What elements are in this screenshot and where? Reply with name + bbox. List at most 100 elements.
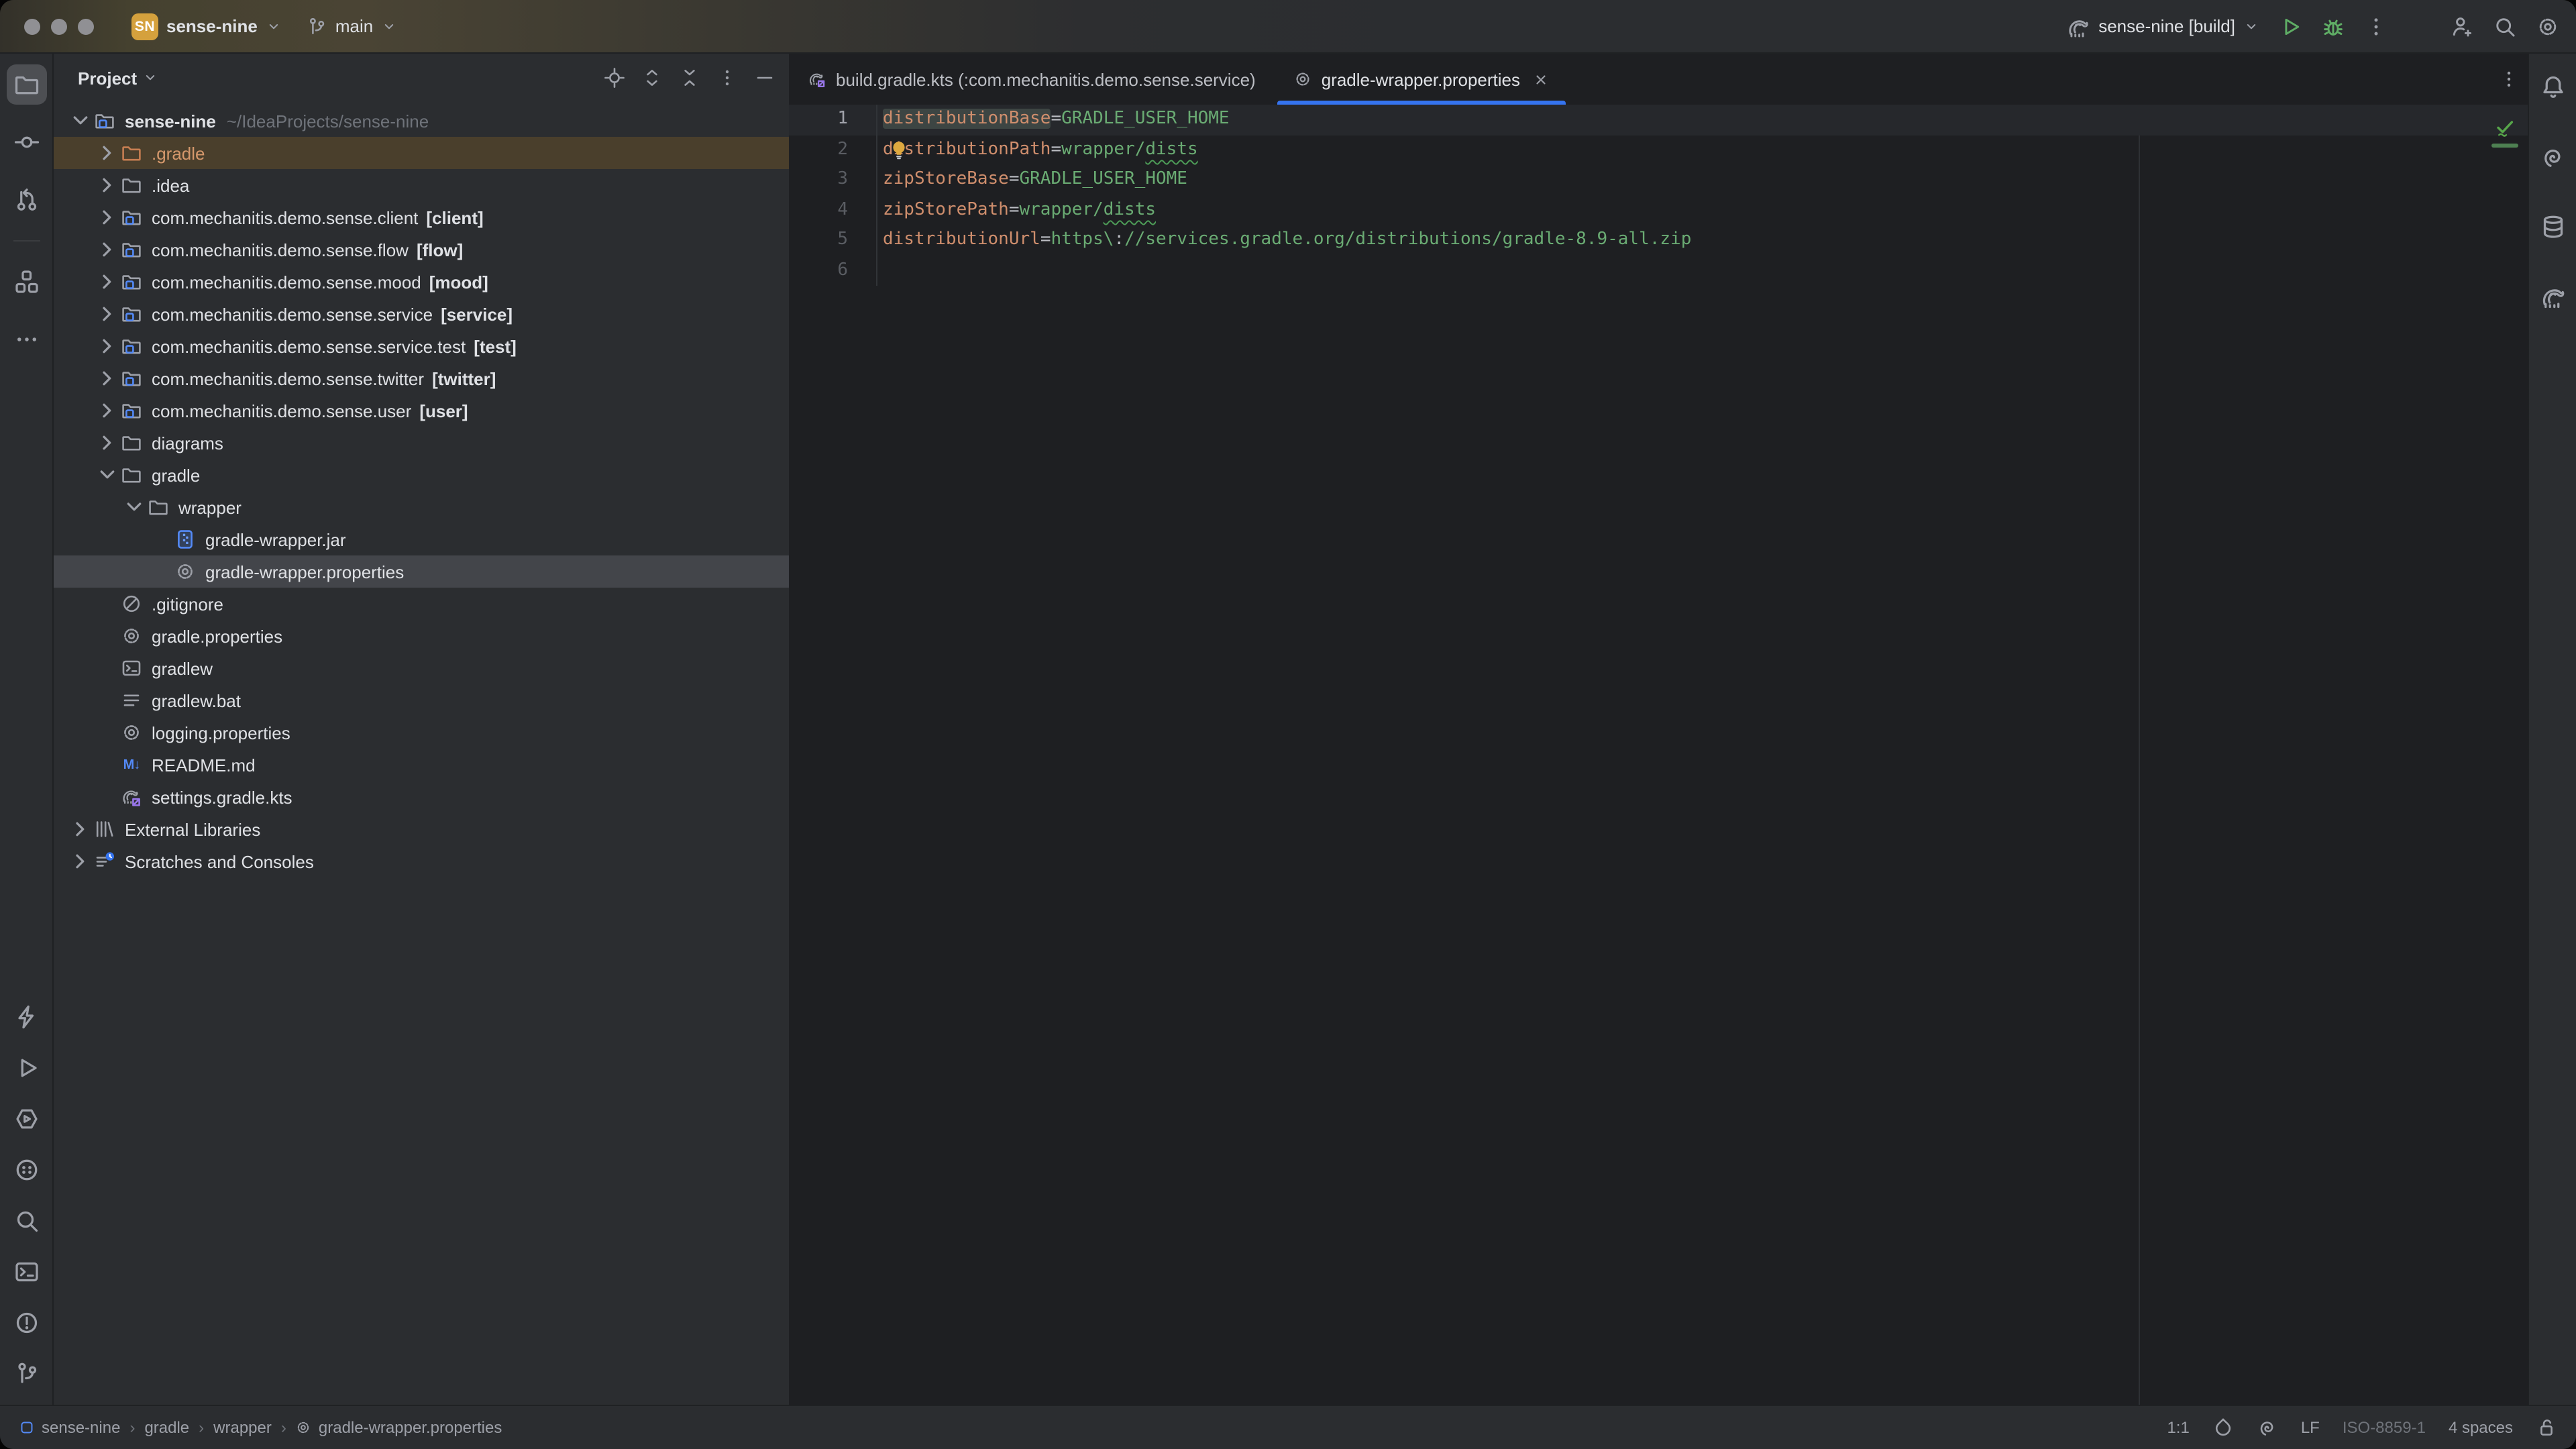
tree-item-com-mechanitis-demo-sense-service-test[interactable]: com.mechanitis.demo.sense.service.test [t… [54, 330, 789, 362]
editor-options-button[interactable] [2498, 68, 2520, 90]
run-button[interactable] [2278, 14, 2302, 38]
tree-item-diagrams[interactable]: diagrams [54, 427, 789, 459]
line-number[interactable]: 6 [789, 256, 877, 286]
version-control-tool-button[interactable] [6, 1354, 46, 1394]
close-window-button[interactable] [24, 18, 40, 34]
services-tool-button[interactable] [6, 1099, 46, 1139]
tab-gradle-wrapper-properties[interactable]: gradle-wrapper.properties [1275, 54, 1568, 105]
tree-item-scratches-and-consoles[interactable]: Scratches and Consoles [54, 845, 789, 877]
notifications-button[interactable] [2532, 67, 2573, 107]
line-separator[interactable]: LF [2301, 1418, 2320, 1437]
tree-item-idea[interactable]: .idea [54, 169, 789, 201]
tree-item-gradle-properties[interactable]: gradle.properties [54, 620, 789, 652]
minimize-window-button[interactable] [51, 18, 67, 34]
tree-item-com-mechanitis-demo-sense-service[interactable]: com.mechanitis.demo.sense.service [servic… [54, 298, 789, 330]
ai-assistant-button[interactable] [2532, 137, 2573, 177]
chevron-right-icon[interactable] [94, 432, 121, 453]
highlighting-level-icon[interactable] [2212, 1417, 2234, 1438]
tree-item-gradle[interactable]: .gradle [54, 137, 789, 169]
chevron-right-icon[interactable] [94, 142, 121, 164]
panel-options-button[interactable] [716, 67, 738, 89]
pull-requests-tool-button[interactable] [6, 180, 46, 220]
tree-item-gradle[interactable]: gradle [54, 459, 789, 491]
code-line-4[interactable]: 4 zipStorePath=wrapper/dists [789, 195, 2528, 225]
search-everywhere-button[interactable] [2493, 14, 2517, 38]
chevron-down-icon[interactable] [142, 70, 158, 86]
code-line-3[interactable]: 3 zipStoreBase=GRADLE_USER_HOME [789, 165, 2528, 195]
editor-content[interactable]: 1 distributionBase=GRADLE_USER_HOME 2 distr… [789, 105, 2528, 1405]
tree-item-wrapper[interactable]: wrapper [54, 491, 789, 523]
intention-bulb-icon[interactable] [888, 139, 910, 160]
tree-item-com-mechanitis-demo-sense-user[interactable]: com.mechanitis.demo.sense.user [user] [54, 394, 789, 427]
tab-build-gradle-kts[interactable]: build.gradle.kts (:com.mechanitis.demo.s… [789, 54, 1275, 105]
commit-tool-button[interactable] [6, 122, 46, 162]
branch-selector[interactable]: main [298, 11, 405, 41]
line-number[interactable]: 4 [789, 195, 877, 225]
line-number[interactable]: 2 [789, 135, 877, 165]
debug-button[interactable] [2321, 14, 2345, 38]
tree-item-gradlew-bat[interactable]: gradlew.bat [54, 684, 789, 716]
line-number[interactable]: 1 [789, 105, 877, 135]
breadcrumb-gradle[interactable]: gradle [144, 1418, 189, 1437]
zoom-window-button[interactable] [78, 18, 94, 34]
chevron-right-icon[interactable] [94, 239, 121, 260]
indent-style[interactable]: 4 spaces [2449, 1418, 2513, 1437]
search-everywhere-button[interactable] [6, 1201, 46, 1241]
project-selector[interactable]: SN sense-nine [123, 9, 290, 44]
chevron-down-icon[interactable] [67, 110, 94, 131]
terminal-tool-button[interactable] [6, 1252, 46, 1292]
caret-position[interactable]: 1:1 [2167, 1418, 2189, 1437]
chevron-right-icon[interactable] [94, 368, 121, 389]
chevron-right-icon[interactable] [94, 271, 121, 292]
gradle-tool-button[interactable] [2532, 276, 2573, 317]
tree-item-gradle-wrapper-jar[interactable]: gradle-wrapper.jar [54, 523, 789, 555]
line-number[interactable]: 3 [789, 165, 877, 195]
select-opened-file-button[interactable] [604, 67, 625, 89]
chevron-down-icon[interactable] [94, 464, 121, 486]
settings-button[interactable] [2536, 14, 2560, 38]
code-line-6[interactable]: 6 [789, 256, 2528, 286]
structure-tool-button[interactable] [6, 262, 46, 302]
expand-all-button[interactable] [641, 67, 663, 89]
tree-item-logging-properties[interactable]: logging.properties [54, 716, 789, 749]
tree-item-com-mechanitis-demo-sense-flow[interactable]: com.mechanitis.demo.sense.flow [flow] [54, 233, 789, 266]
tree-item-com-mechanitis-demo-sense-twitter[interactable]: com.mechanitis.demo.sense.twitter [twitte… [54, 362, 789, 394]
chevron-right-icon[interactable] [94, 174, 121, 196]
inspections-widget[interactable] [2491, 115, 2518, 148]
tree-item-gitignore[interactable]: .gitignore [54, 588, 789, 620]
breadcrumb-wrapper[interactable]: wrapper [213, 1418, 272, 1437]
chevron-right-icon[interactable] [94, 303, 121, 325]
chevron-right-icon[interactable] [67, 818, 94, 840]
code-line-5[interactable]: 5 distributionUrl=https\://services.gradl… [789, 225, 2528, 256]
breadcrumb-sense-nine[interactable]: sense-nine [19, 1418, 120, 1437]
run-configuration-selector[interactable]: sense-nine [build] [2066, 14, 2259, 38]
collapse-all-button[interactable] [679, 67, 700, 89]
more-tool-windows-button[interactable] [6, 319, 46, 360]
chevron-right-icon[interactable] [67, 851, 94, 872]
tree-item-gradle-wrapper-properties[interactable]: gradle-wrapper.properties [54, 555, 789, 588]
hide-panel-button[interactable] [754, 67, 775, 89]
tree-item-com-mechanitis-demo-sense-mood[interactable]: com.mechanitis.demo.sense.mood [mood] [54, 266, 789, 298]
tree-item-external-libraries[interactable]: External Libraries [54, 813, 789, 845]
ai-status-icon[interactable] [2257, 1417, 2278, 1438]
readonly-toggle-icon[interactable] [2536, 1417, 2557, 1438]
endpoints-tool-button[interactable] [6, 997, 46, 1037]
more-actions-button[interactable] [2364, 14, 2388, 38]
problems-tool-button[interactable] [6, 1303, 46, 1343]
code-line-1[interactable]: 1 distributionBase=GRADLE_USER_HOME [789, 105, 2528, 135]
chevron-right-icon[interactable] [94, 400, 121, 421]
chevron-right-icon[interactable] [94, 335, 121, 357]
chevron-down-icon[interactable] [121, 496, 148, 518]
tree-item-com-mechanitis-demo-sense-client[interactable]: com.mechanitis.demo.sense.client [client] [54, 201, 789, 233]
file-encoding[interactable]: ISO-8859-1 [2343, 1418, 2426, 1437]
breadcrumb-gradle-wrapper-properties[interactable]: gradle-wrapper.properties [296, 1418, 502, 1437]
line-number[interactable]: 5 [789, 225, 877, 256]
code-with-me-button[interactable] [2450, 14, 2474, 38]
tree-item-readme-md[interactable]: M↓ README.md [54, 749, 789, 781]
tree-item-gradlew[interactable]: gradlew [54, 652, 789, 684]
project-tool-button[interactable] [6, 64, 46, 105]
tree-item-sense-nine[interactable]: sense-nine ~/IdeaProjects/sense-nine [54, 105, 789, 137]
chevron-right-icon[interactable] [94, 207, 121, 228]
build-tool-button[interactable] [6, 1150, 46, 1190]
close-icon[interactable] [1532, 70, 1550, 88]
